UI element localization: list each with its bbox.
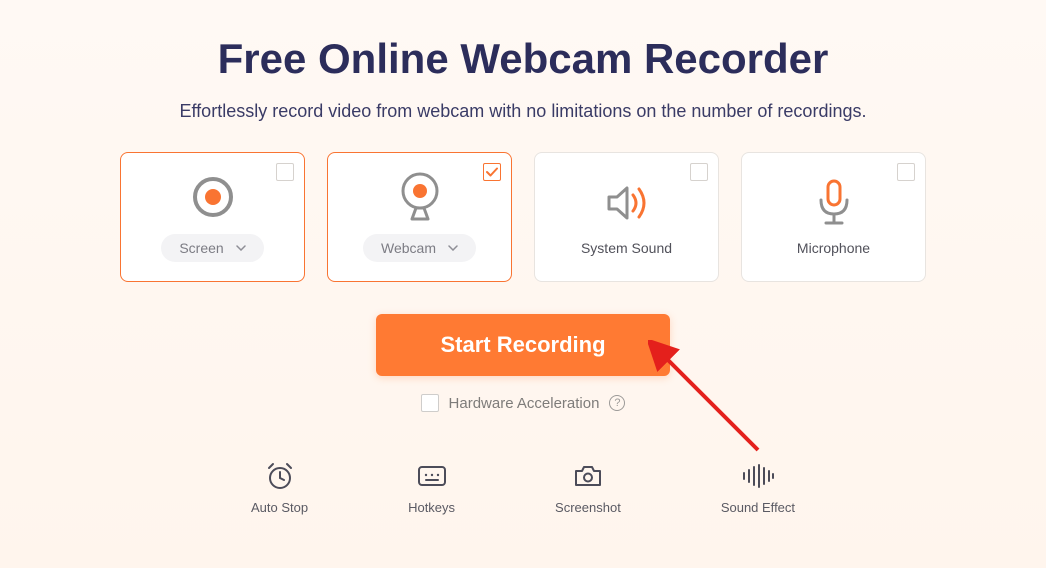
tool-row: Auto Stop Hotkeys Screenshot	[20, 462, 1026, 515]
page-subtitle: Effortlessly record video from webcam wi…	[20, 101, 1026, 122]
tool-auto-stop[interactable]: Auto Stop	[251, 462, 308, 515]
webcam-dropdown-label: Webcam	[381, 240, 436, 256]
hardware-accel-label: Hardware Acceleration	[449, 395, 600, 412]
alarm-clock-icon	[265, 462, 295, 490]
chevron-down-icon	[448, 245, 458, 251]
source-card-microphone[interactable]: Microphone	[741, 152, 926, 282]
source-cards: Screen Webcam	[20, 152, 1026, 282]
hardware-accel-checkbox[interactable]	[421, 394, 439, 412]
tool-label-auto-stop: Auto Stop	[251, 500, 308, 515]
tool-hotkeys[interactable]: Hotkeys	[408, 462, 455, 515]
tool-label-screenshot: Screenshot	[555, 500, 621, 515]
page-title: Free Online Webcam Recorder	[20, 35, 1026, 83]
sound-wave-icon	[741, 462, 775, 490]
microphone-checkbox[interactable]	[897, 163, 915, 181]
tool-label-hotkeys: Hotkeys	[408, 500, 455, 515]
microphone-label: Microphone	[797, 240, 870, 256]
start-recording-button[interactable]: Start Recording	[376, 314, 669, 376]
screen-checkbox[interactable]	[276, 163, 294, 181]
chevron-down-icon	[236, 245, 246, 251]
source-card-screen[interactable]: Screen	[120, 152, 305, 282]
webcam-icon	[396, 172, 444, 222]
webcam-dropdown[interactable]: Webcam	[363, 234, 476, 262]
speaker-icon	[603, 178, 651, 228]
webcam-checkbox[interactable]	[483, 163, 501, 181]
hardware-accel-row: Hardware Acceleration ?	[20, 394, 1026, 412]
microphone-icon	[814, 178, 854, 228]
source-card-system-sound[interactable]: System Sound	[534, 152, 719, 282]
source-card-webcam[interactable]: Webcam	[327, 152, 512, 282]
tool-sound-effect[interactable]: Sound Effect	[721, 462, 795, 515]
screen-record-icon	[189, 172, 237, 222]
system-sound-label: System Sound	[581, 240, 672, 256]
tool-screenshot[interactable]: Screenshot	[555, 462, 621, 515]
screen-dropdown-label: Screen	[179, 240, 223, 256]
camera-icon	[573, 462, 603, 490]
help-icon[interactable]: ?	[609, 395, 625, 411]
system-sound-checkbox[interactable]	[690, 163, 708, 181]
keyboard-icon	[417, 462, 447, 490]
tool-label-sound-effect: Sound Effect	[721, 500, 795, 515]
screen-dropdown[interactable]: Screen	[161, 234, 263, 262]
